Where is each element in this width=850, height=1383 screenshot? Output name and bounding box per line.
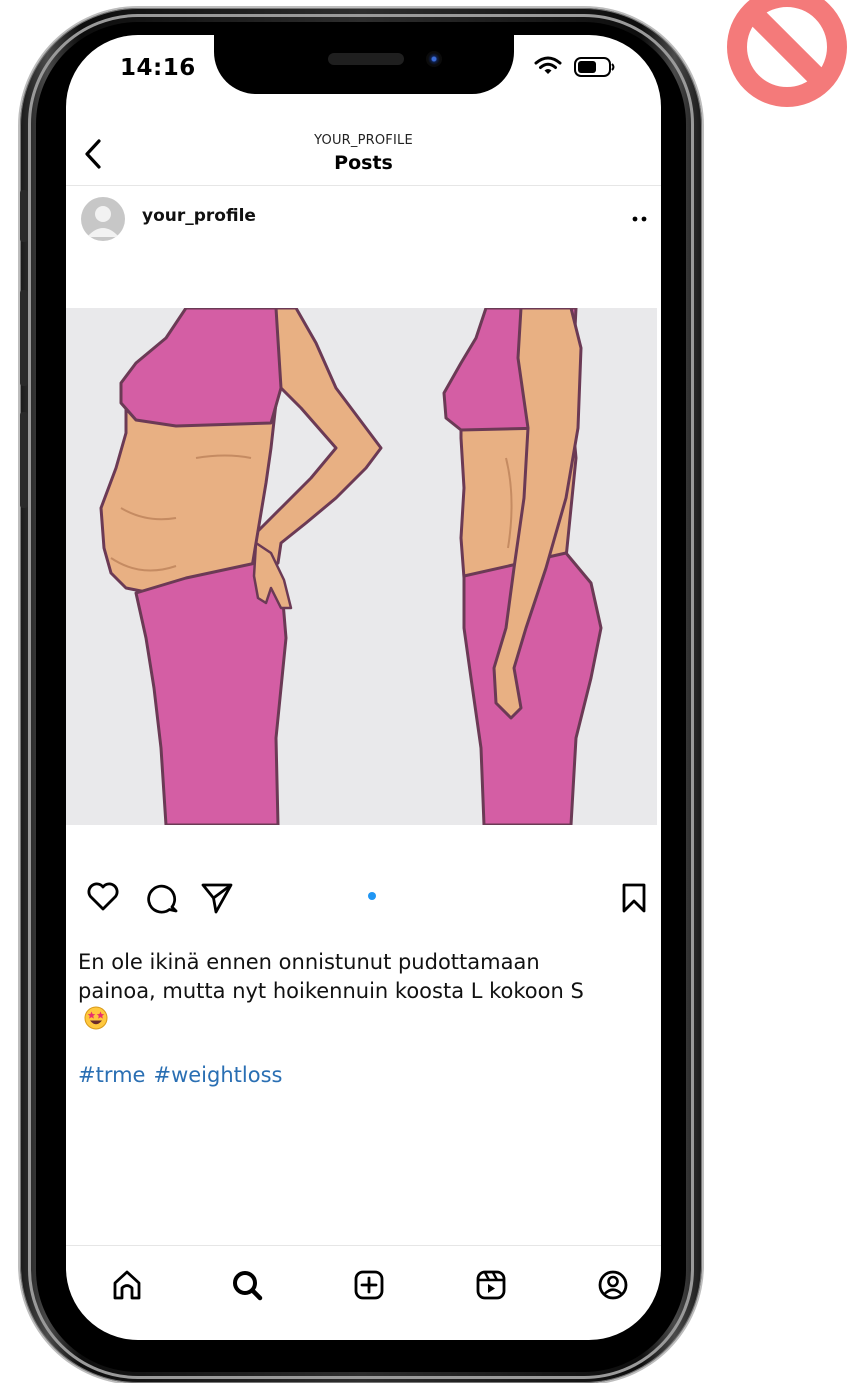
- star-struck-emoji-icon: [84, 1006, 108, 1030]
- caption-text: En ole ikinä ennen onnistunut pudottamaa…: [78, 950, 584, 1003]
- avatar-silhouette-icon: [87, 206, 119, 237]
- phone-volume-up: [20, 290, 28, 386]
- create-post-icon[interactable]: [349, 1265, 389, 1305]
- bookmark-icon[interactable]: [620, 881, 648, 915]
- post-hashtags: #trme #weightloss: [78, 1063, 290, 1087]
- post-caption: En ole ikinä ennen onnistunut pudottamaa…: [78, 948, 598, 1035]
- post-image[interactable]: [66, 308, 657, 825]
- wifi-icon: [534, 56, 562, 74]
- prohibited-icon: [727, 0, 847, 107]
- hashtag-link[interactable]: #trme: [78, 1063, 145, 1087]
- comment-icon[interactable]: [146, 881, 180, 915]
- share-icon[interactable]: [200, 881, 234, 915]
- post-username[interactable]: your_profile: [142, 206, 256, 226]
- phone-screen: 14:16 YOUR_PROFILE Posts your_profile En…: [66, 35, 661, 1340]
- avatar[interactable]: [81, 197, 125, 241]
- notch: [214, 35, 514, 94]
- profile-icon[interactable]: [593, 1265, 633, 1305]
- heart-icon[interactable]: [86, 881, 120, 913]
- more-options-icon[interactable]: [632, 216, 648, 222]
- search-icon[interactable]: [227, 1265, 267, 1305]
- header-divider: [66, 185, 661, 186]
- header-profile-name: YOUR_PROFILE: [314, 133, 413, 148]
- carousel-indicator: [368, 892, 376, 900]
- speaker-grille: [328, 53, 404, 65]
- nav-divider: [66, 1245, 661, 1246]
- home-icon[interactable]: [107, 1265, 147, 1305]
- front-camera: [426, 51, 442, 67]
- phone-silent-switch: [20, 190, 28, 242]
- hashtag-link[interactable]: #weightloss: [153, 1063, 282, 1087]
- status-time: 14:16: [120, 55, 196, 81]
- battery-icon: [574, 57, 615, 77]
- phone-volume-down: [20, 412, 28, 508]
- page-title: Posts: [334, 152, 393, 174]
- reels-icon[interactable]: [471, 1265, 511, 1305]
